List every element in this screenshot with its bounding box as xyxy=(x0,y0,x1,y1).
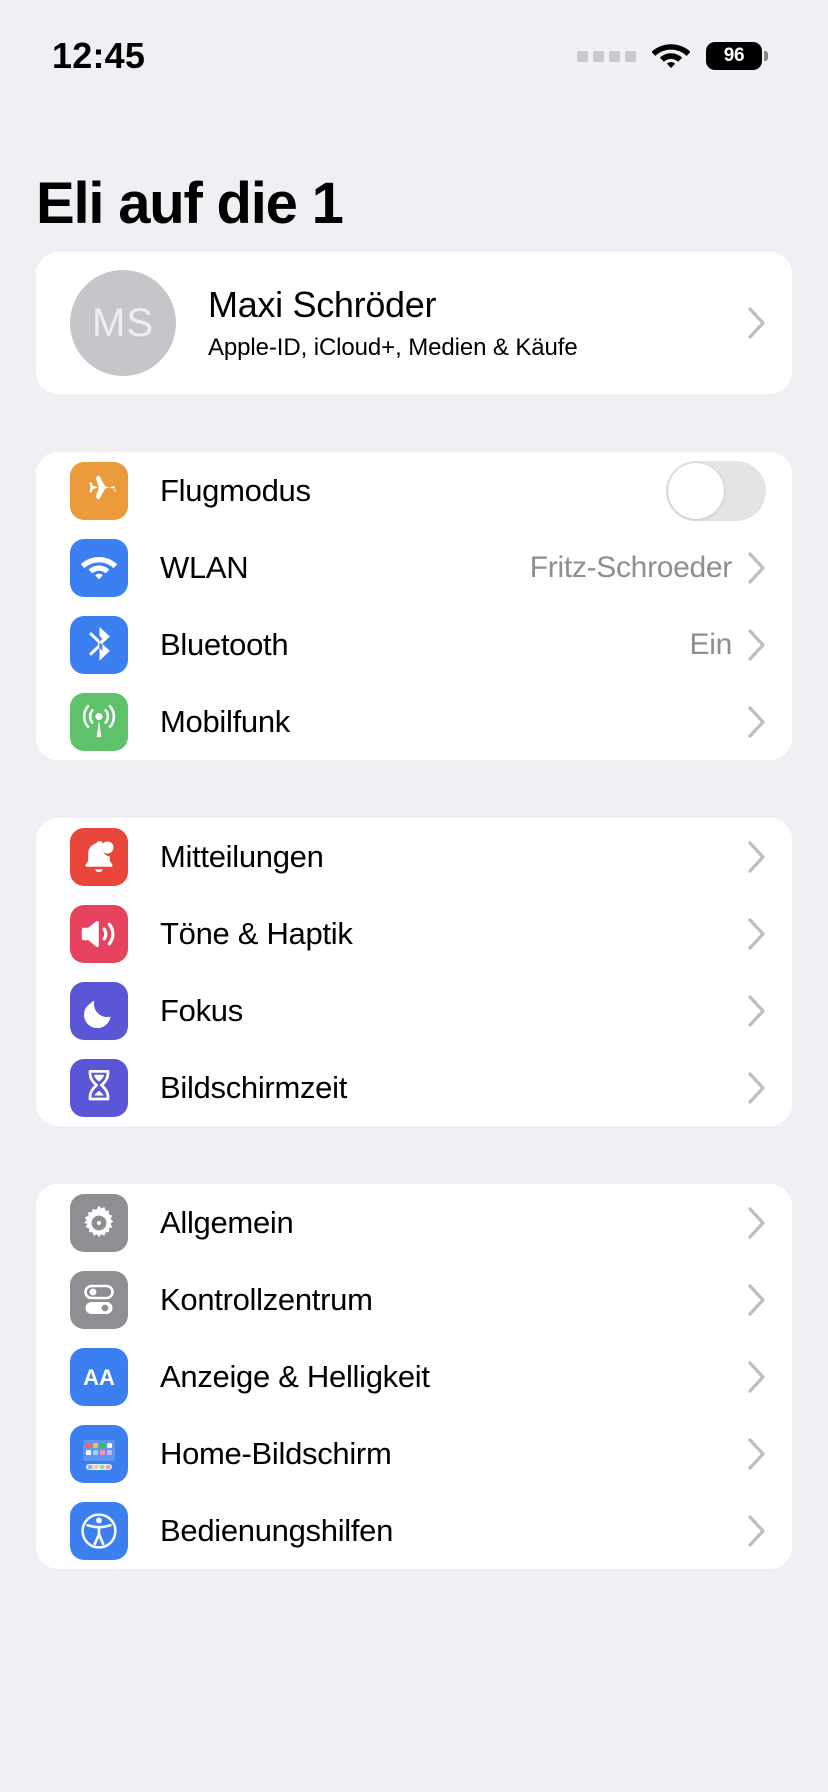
hourglass-icon xyxy=(70,1058,128,1117)
settings-row-label: Allgemein xyxy=(160,1204,294,1240)
settings-row[interactable]: Bluetooth Ein xyxy=(36,606,792,683)
battery-icon: 96 xyxy=(706,42,768,70)
accessibility-icon xyxy=(70,1501,128,1560)
settings-group-notifications: Mitteilungen Töne & Haptik Fokus Bildschirm… xyxy=(36,818,792,1126)
settings-row[interactable]: Töne & Haptik xyxy=(36,895,792,972)
settings-row[interactable]: Allgemein xyxy=(36,1184,792,1261)
chevron-right-icon xyxy=(748,1071,766,1104)
settings-row-label: Mitteilungen xyxy=(160,838,324,874)
moon-icon xyxy=(70,981,128,1040)
status-bar-time: 12:45 xyxy=(52,35,146,76)
settings-row-label: Mobilfunk xyxy=(160,703,290,739)
settings-row[interactable]: Bildschirmzeit xyxy=(36,1049,792,1126)
settings-groups: Flugmodus WLAN Fritz-Schroeder Bluetooth Ein… xyxy=(36,452,792,1569)
chevron-right-icon xyxy=(748,628,766,661)
settings-row[interactable]: Mobilfunk xyxy=(36,683,792,760)
chevron-right-icon xyxy=(748,840,766,873)
home-screen-grid-icon xyxy=(70,1424,128,1483)
settings-row-label: Flugmodus xyxy=(160,472,311,508)
settings-row-label: Anzeige & Helligkeit xyxy=(160,1358,430,1394)
chevron-right-icon xyxy=(748,1206,766,1239)
settings-row-label: Bedienungshilfen xyxy=(160,1512,394,1548)
chevron-right-icon xyxy=(748,1437,766,1470)
chevron-right-icon xyxy=(748,1283,766,1316)
control-center-icon xyxy=(70,1270,128,1329)
chevron-right-icon xyxy=(748,917,766,950)
settings-screen: 12:45 96 Eli auf die 1 MS Maxi Schröder … xyxy=(0,0,828,1792)
apple-id-row[interactable]: MS Maxi Schröder Apple-ID, iCloud+, Medi… xyxy=(36,252,792,394)
settings-row-label: Bluetooth xyxy=(160,626,289,662)
settings-row[interactable]: WLAN Fritz-Schroeder xyxy=(36,529,792,606)
settings-row[interactable]: Home-Bildschirm xyxy=(36,1415,792,1492)
chevron-right-icon xyxy=(748,551,766,584)
display-aa-icon: AA xyxy=(70,1347,128,1406)
apple-id-card: MS Maxi Schröder Apple-ID, iCloud+, Medi… xyxy=(36,252,792,394)
settings-list: MS Maxi Schröder Apple-ID, iCloud+, Medi… xyxy=(0,252,828,1627)
settings-row-value: Fritz-Schroeder xyxy=(529,550,733,584)
svg-text:AA: AA xyxy=(83,1365,115,1390)
battery-level-label: 96 xyxy=(723,45,745,66)
settings-group-system: Allgemein Kontrollzentrum AA Anzeige & Hell… xyxy=(36,1184,792,1569)
chevron-right-icon xyxy=(748,705,766,738)
settings-row[interactable]: Flugmodus xyxy=(36,452,792,529)
chevron-right-icon xyxy=(748,994,766,1027)
apple-id-name: Maxi Schröder xyxy=(208,284,437,326)
avatar-initials: MS xyxy=(92,300,154,345)
chevron-right-icon xyxy=(748,1514,766,1547)
settings-row-label: Töne & Haptik xyxy=(160,915,353,951)
wifi-icon xyxy=(70,538,128,597)
airplane-icon xyxy=(70,461,128,520)
settings-row[interactable]: Kontrollzentrum xyxy=(36,1261,792,1338)
wifi-icon xyxy=(652,42,690,70)
chevron-right-icon xyxy=(748,307,766,339)
settings-row-label: Kontrollzentrum xyxy=(160,1281,373,1317)
avatar: MS xyxy=(70,270,176,376)
settings-row-label: Fokus xyxy=(160,992,243,1028)
signal-dots-icon xyxy=(577,50,636,62)
settings-row[interactable]: AA Anzeige & Helligkeit xyxy=(36,1338,792,1415)
bluetooth-icon xyxy=(70,615,128,674)
settings-row[interactable]: Mitteilungen xyxy=(36,818,792,895)
toggle-switch[interactable] xyxy=(666,460,766,521)
settings-group-connectivity: Flugmodus WLAN Fritz-Schroeder Bluetooth Ein… xyxy=(36,452,792,760)
status-bar-indicators: 96 xyxy=(577,30,768,70)
cellular-antenna-icon xyxy=(70,692,128,751)
toggle-knob xyxy=(668,462,724,519)
chevron-right-icon xyxy=(748,1360,766,1393)
status-bar: 12:45 96 xyxy=(0,0,828,100)
page-title: Eli auf die 1 xyxy=(36,171,344,236)
settings-row-value: Ein xyxy=(689,627,733,661)
settings-row-label: WLAN xyxy=(160,549,249,585)
bell-icon xyxy=(70,827,128,886)
settings-row[interactable]: Bedienungshilfen xyxy=(36,1492,792,1569)
speaker-wave-icon xyxy=(70,904,128,963)
gear-icon xyxy=(70,1193,128,1252)
apple-id-subtitle: Apple-ID, iCloud+, Medien & Käufe xyxy=(208,333,578,361)
apple-id-text: Maxi Schröder Apple-ID, iCloud+, Medien … xyxy=(208,284,748,361)
settings-row-label: Home-Bildschirm xyxy=(160,1435,392,1471)
settings-row-label: Bildschirmzeit xyxy=(160,1069,348,1105)
settings-row[interactable]: Fokus xyxy=(36,972,792,1049)
